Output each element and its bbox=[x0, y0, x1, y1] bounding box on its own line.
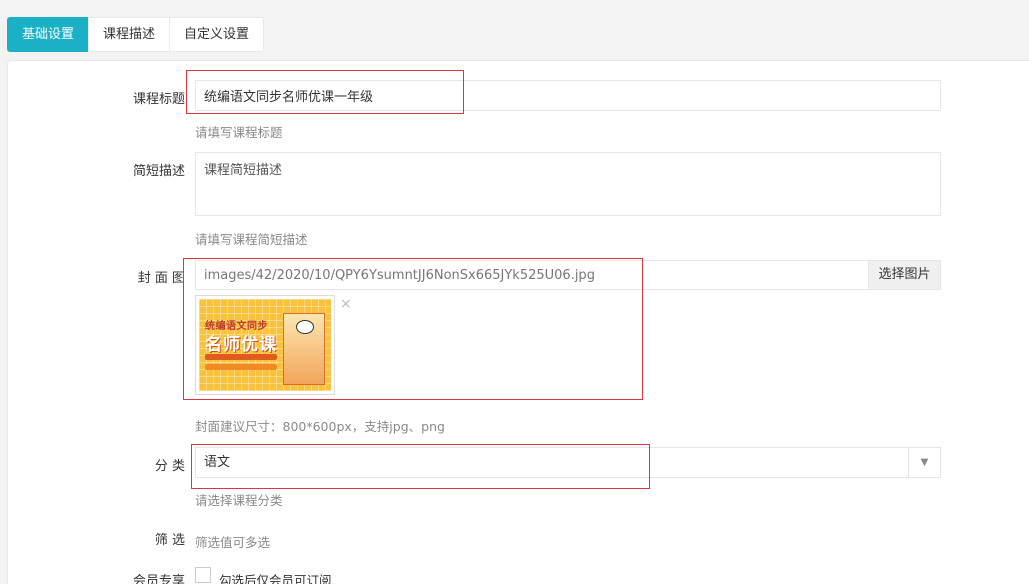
member-only-checkbox-label: 勾选后仅会员可订阅 bbox=[219, 573, 332, 584]
short-description-help: 请填写课程简短描述 bbox=[195, 232, 308, 247]
cover-image-label: 封 面 图 bbox=[137, 271, 185, 286]
course-title-input[interactable] bbox=[195, 80, 941, 111]
remove-image-icon[interactable]: × bbox=[340, 296, 352, 312]
tab-custom-settings[interactable]: 自定义设置 bbox=[169, 17, 265, 52]
member-only-label: 会员专享 bbox=[132, 574, 185, 584]
short-description-textarea[interactable]: 课程简短描述 bbox=[195, 152, 941, 216]
form-panel bbox=[7, 60, 1029, 584]
category-selected-value: 语文 bbox=[204, 455, 231, 470]
tab-bar: 基础设置 课程描述 自定义设置 bbox=[7, 17, 265, 52]
category-select[interactable]: 语文 bbox=[195, 447, 941, 478]
cover-image-help: 封面建议尺寸：800*600px，支持jpg、png bbox=[195, 419, 445, 434]
tab-basic-settings[interactable]: 基础设置 bbox=[7, 17, 90, 52]
chevron-down-icon[interactable]: ▼ bbox=[908, 448, 940, 477]
category-label: 分 类 bbox=[154, 459, 185, 474]
thumbnail-bar bbox=[205, 354, 277, 360]
select-image-button[interactable]: 选择图片 bbox=[869, 260, 941, 290]
cover-image-path-input[interactable] bbox=[195, 260, 869, 290]
category-help: 请选择课程分类 bbox=[195, 493, 283, 508]
course-title-label: 课程标题 bbox=[132, 92, 185, 107]
member-only-checkbox[interactable] bbox=[195, 567, 211, 583]
course-title-help: 请填写课程标题 bbox=[195, 125, 283, 140]
thumbnail-book-illustration bbox=[283, 313, 325, 385]
tab-course-description[interactable]: 课程描述 bbox=[88, 17, 171, 52]
thumbnail-bar bbox=[205, 364, 277, 370]
cover-thumbnail-image: 统编语文同步 名师优课 bbox=[199, 299, 331, 391]
cover-thumbnail: 统编语文同步 名师优课 bbox=[195, 295, 335, 395]
filter-help: 筛选值可多选 bbox=[195, 535, 271, 550]
thumbnail-line2: 名师优课 bbox=[205, 335, 277, 355]
filter-label: 筛 选 bbox=[154, 533, 185, 548]
short-description-label: 简短描述 bbox=[132, 164, 185, 179]
